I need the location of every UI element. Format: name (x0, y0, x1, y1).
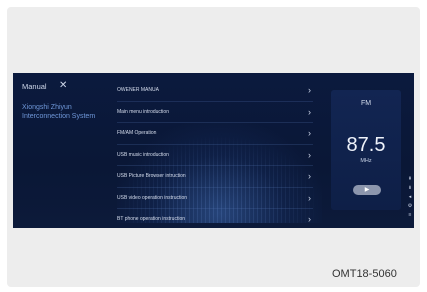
radio-frequency: 87.5 (346, 134, 386, 156)
menu-item-label: USB Picture Browser intruction (117, 173, 186, 180)
chevron-right-icon: › (308, 192, 311, 203)
side-icon-strip: ⇞ ⇟ ◂ ⚙ ≡ (406, 177, 414, 218)
menu-item-fm-am[interactable]: FM/AM Operation › (117, 123, 313, 145)
manual-side-panel: Manual ✕ Xiongshi Zhiyun Interconnection… (13, 73, 109, 228)
menu-item-label: USB music introduction (117, 151, 169, 158)
menu-item-label: Main menu introduction (117, 108, 169, 115)
menu-item-owner-manual[interactable]: OWENER MANUA › (117, 80, 313, 102)
radio-band-label: FM (360, 100, 372, 107)
menu-item-usb-picture[interactable]: USB Picture Browser intruction › (117, 166, 313, 188)
volume-icon[interactable]: ◂ (409, 195, 412, 200)
menu-item-usb-video[interactable]: USB video operation instruction › (117, 188, 313, 209)
chevron-right-icon: › (308, 106, 311, 117)
chevron-right-icon: › (308, 171, 311, 182)
menu-item-label: OWENER MANUA (117, 87, 159, 94)
chevron-right-icon: › (308, 85, 311, 96)
tune-up-icon[interactable]: ⇞ (408, 177, 412, 182)
chevron-right-icon: › (308, 149, 311, 160)
menu-item-label: BT phone operation instruction (117, 216, 186, 223)
menu-item-bt-phone[interactable]: BT phone operation instruction › (117, 209, 313, 228)
chevron-right-icon: › (308, 128, 311, 139)
menu-icon[interactable]: ≡ (409, 213, 412, 218)
menu-item-usb-music[interactable]: USB music introduction › (117, 145, 313, 166)
play-icon: ▶ (364, 187, 370, 193)
menu-item-label: USB video operation instruction (117, 194, 188, 201)
settings-icon[interactable]: ⚙ (408, 204, 412, 209)
infotainment-screen: Manual ✕ Xiongshi Zhiyun Interconnection… (13, 73, 414, 228)
close-icon[interactable]: ✕ (59, 80, 67, 91)
tune-down-icon[interactable]: ⇟ (408, 186, 412, 191)
menu-item-main-menu[interactable]: Main menu introduction › (117, 102, 313, 123)
menu-item-label: FM/AM Operation (117, 130, 157, 137)
play-button[interactable]: ▶ (353, 185, 381, 195)
figure-caption: OMT18-5060 (332, 268, 397, 280)
chevron-right-icon: › (308, 214, 311, 225)
page-title: Manual (22, 82, 47, 91)
radio-frequency-unit: MHz (360, 158, 372, 164)
manual-menu: OWENER MANUA › Main menu introduction › … (117, 80, 313, 228)
radio-widget[interactable]: FM 87.5 MHz ▶ (331, 90, 401, 210)
system-name: Xiongshi Zhiyun Interconnection System (22, 104, 96, 120)
